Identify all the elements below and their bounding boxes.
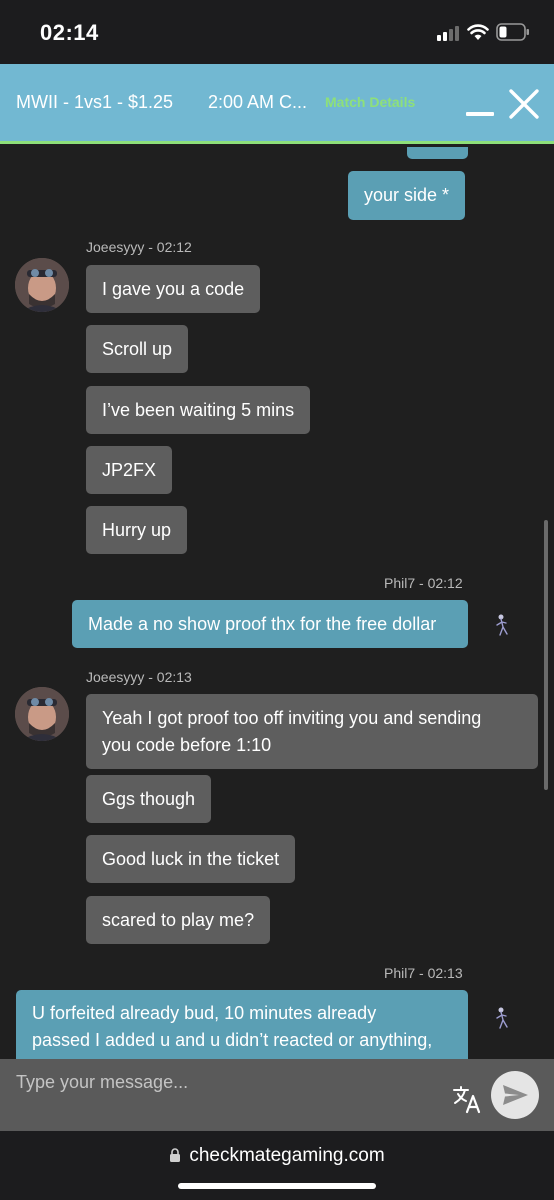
message-bubble-incoming: scared to play me? (86, 896, 271, 944)
match-details-link[interactable]: Match Details (325, 94, 415, 110)
message-line: Yeah I got proof too off inviting you an… (102, 707, 482, 728)
send-icon (503, 1085, 528, 1105)
wifi-icon (467, 24, 489, 40)
message-bubble-incoming: I gave you a code (86, 265, 261, 313)
message-meta: Phil7 - 02:13 (384, 965, 463, 981)
avatar-joeesyyy[interactable] (15, 258, 69, 312)
message-bubble-incoming: Good luck in the ticket (86, 835, 296, 883)
battery-icon (496, 23, 529, 41)
scrollbar[interactable] (544, 520, 548, 790)
message-bubble-incoming: Hurry up (86, 506, 188, 554)
url-text: checkmategaming.com (189, 1145, 385, 1166)
message-line: U forfeited already bud, 10 minutes alre… (32, 1003, 377, 1023)
match-title: MWII - 1vs1 - $1.25 (16, 92, 174, 112)
message-bubble-outgoing: your side * (348, 171, 466, 220)
chat-header: MWII - 1vs1 - $1.25 2:00 AM C... Match D… (0, 64, 554, 144)
message-meta: Joeesyyy - 02:12 (86, 239, 192, 255)
signal-icon (437, 25, 463, 41)
avatar-phil7[interactable] (494, 1006, 510, 1032)
message-bubble-incoming: Ggs though (86, 775, 212, 823)
avatar-image (15, 258, 69, 312)
browser-bar: checkmategaming.com (0, 1131, 554, 1200)
message-bubble-incoming: JP2FX (86, 446, 173, 494)
status-time: 02:14 (40, 20, 99, 45)
lock-icon (170, 1148, 181, 1162)
close-icon[interactable] (507, 87, 541, 121)
message-bubble-outgoing: Made a no show proof thx for the free do… (72, 600, 468, 648)
minimize-icon[interactable] (466, 112, 494, 116)
home-indicator[interactable] (178, 1183, 376, 1189)
message-bubble-outgoing: U forfeited already bud, 10 minutes alre… (16, 990, 468, 1059)
avatar-image (15, 687, 69, 741)
send-button[interactable] (491, 1071, 539, 1119)
message-list[interactable]: your side * Joeesyyy - 02:12 I gave you … (0, 147, 554, 1059)
avatar-joeesyyy[interactable] (15, 687, 69, 741)
url-bar[interactable]: checkmategaming.com (0, 1145, 554, 1167)
translate-icon[interactable] (452, 1083, 484, 1115)
match-time: 2:00 AM C... (208, 92, 308, 112)
message-bubble-incoming: I’ve been waiting 5 mins (86, 386, 311, 434)
message-bubble-partial (407, 147, 468, 159)
message-meta: Joeesyyy - 02:13 (86, 669, 192, 685)
avatar-phil7[interactable] (494, 613, 510, 639)
message-line: you code before 1:10 (102, 734, 272, 755)
message-bubble-incoming: Yeah I got proof too off inviting you an… (86, 694, 538, 769)
message-line: passed I added u and u didn’t reacted or… (32, 1030, 433, 1050)
message-meta: Phil7 - 02:12 (384, 575, 463, 591)
status-bar: 02:14 (0, 0, 554, 64)
message-bubble-incoming: Scroll up (86, 325, 189, 373)
message-composer (0, 1059, 554, 1131)
message-input[interactable] (16, 1067, 436, 1097)
